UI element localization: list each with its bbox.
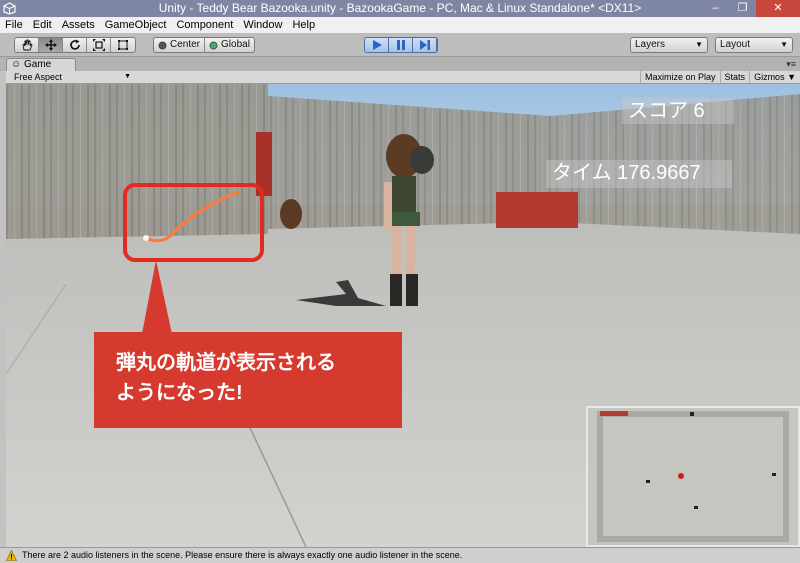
pivot-global-toggle[interactable]: Global bbox=[205, 38, 254, 52]
menu-gameobject[interactable]: GameObject bbox=[100, 17, 172, 33]
move-tool-button[interactable] bbox=[39, 38, 63, 52]
callout-annotation: 弾丸の軌道が表示される ようになった! bbox=[94, 332, 402, 428]
scale-icon bbox=[92, 39, 105, 51]
maximize-button[interactable]: ❐ bbox=[729, 0, 756, 17]
window-titlebar: Unity - Teddy Bear Bazooka.unity - Bazoo… bbox=[0, 0, 800, 17]
layout-label: Layout bbox=[720, 39, 751, 50]
menu-file[interactable]: File bbox=[0, 17, 28, 33]
menu-bar: File Edit Assets GameObject Component Wi… bbox=[0, 17, 800, 33]
layers-dropdown[interactable]: Layers ▼ bbox=[630, 37, 708, 53]
window-title: Unity - Teddy Bear Bazooka.unity - Bazoo… bbox=[158, 1, 642, 15]
menu-window[interactable]: Window bbox=[238, 17, 287, 33]
layers-label: Layers bbox=[635, 39, 666, 50]
stats-toggle[interactable]: Stats bbox=[719, 71, 750, 83]
globe-icon bbox=[209, 41, 218, 49]
pivot-toggles: Center Global bbox=[153, 37, 255, 53]
tab-game-label: Game bbox=[24, 59, 52, 70]
menu-help[interactable]: Help bbox=[287, 17, 320, 33]
step-button[interactable] bbox=[413, 38, 437, 52]
hand-tool-button[interactable] bbox=[15, 38, 39, 52]
callout-line-2: ようになった! bbox=[116, 382, 243, 404]
minimap bbox=[586, 406, 800, 547]
rect-transform-icon bbox=[118, 40, 128, 50]
gizmos-label: Gizmos bbox=[754, 72, 785, 82]
chevron-down-icon: ▼ bbox=[780, 40, 788, 49]
minimize-button[interactable]: – bbox=[702, 0, 729, 17]
gizmos-dropdown[interactable]: Gizmos ▼ bbox=[749, 71, 800, 83]
close-button[interactable]: ✕ bbox=[756, 0, 800, 17]
tab-menu-icon[interactable]: ▾≡ bbox=[786, 59, 796, 70]
tab-strip: ☺ Game ▾≡ bbox=[0, 57, 800, 71]
pause-icon bbox=[396, 40, 405, 50]
scale-tool-button[interactable] bbox=[87, 38, 111, 52]
minimap-view bbox=[588, 408, 798, 545]
pause-button[interactable] bbox=[389, 38, 413, 52]
step-icon bbox=[419, 40, 430, 50]
transform-tools bbox=[14, 37, 136, 53]
callout-line-1: 弾丸の軌道が表示される bbox=[116, 352, 336, 374]
play-controls bbox=[364, 37, 438, 53]
rotate-tool-button[interactable] bbox=[63, 38, 87, 52]
game-view-toolbar: Free Aspect ▼ Maximize on Play Stats Giz… bbox=[6, 71, 800, 84]
layout-dropdown[interactable]: Layout ▼ bbox=[715, 37, 793, 53]
menu-component[interactable]: Component bbox=[171, 17, 238, 33]
menu-edit[interactable]: Edit bbox=[28, 17, 57, 33]
warning-icon bbox=[6, 550, 17, 561]
chevron-down-icon: ▼ bbox=[695, 40, 703, 49]
pivot-center-label: Center bbox=[170, 39, 201, 50]
play-button[interactable] bbox=[365, 38, 389, 52]
aspect-dropdown[interactable]: Free Aspect ▼ bbox=[6, 71, 133, 83]
move-arrows-icon bbox=[44, 39, 57, 51]
menu-assets[interactable]: Assets bbox=[57, 17, 100, 33]
maximize-on-play-toggle[interactable]: Maximize on Play bbox=[640, 71, 720, 83]
rect-tool-button[interactable] bbox=[111, 38, 135, 52]
status-message: There are 2 audio listeners in the scene… bbox=[22, 550, 463, 560]
unity-logo-icon bbox=[3, 2, 16, 15]
pivot-center-toggle[interactable]: Center bbox=[154, 38, 206, 52]
game-viewport[interactable]: スコア 6 タイム 176.9667 弾丸の軌道が表示される ようになった! bbox=[6, 84, 800, 547]
pivot-center-icon bbox=[158, 41, 167, 49]
chevron-down-icon: ▼ bbox=[124, 73, 131, 80]
game-tab-icon: ☺ bbox=[11, 59, 24, 70]
tab-game[interactable]: ☺ Game bbox=[6, 58, 76, 71]
hand-icon bbox=[22, 39, 33, 51]
play-icon bbox=[372, 40, 382, 50]
status-bar[interactable]: There are 2 audio listeners in the scene… bbox=[0, 547, 800, 563]
main-toolbar: Center Global Layers ▼ Layout ▼ bbox=[0, 33, 800, 57]
pivot-global-label: Global bbox=[221, 39, 250, 50]
aspect-label: Free Aspect bbox=[14, 72, 63, 82]
rotate-icon bbox=[69, 39, 80, 50]
